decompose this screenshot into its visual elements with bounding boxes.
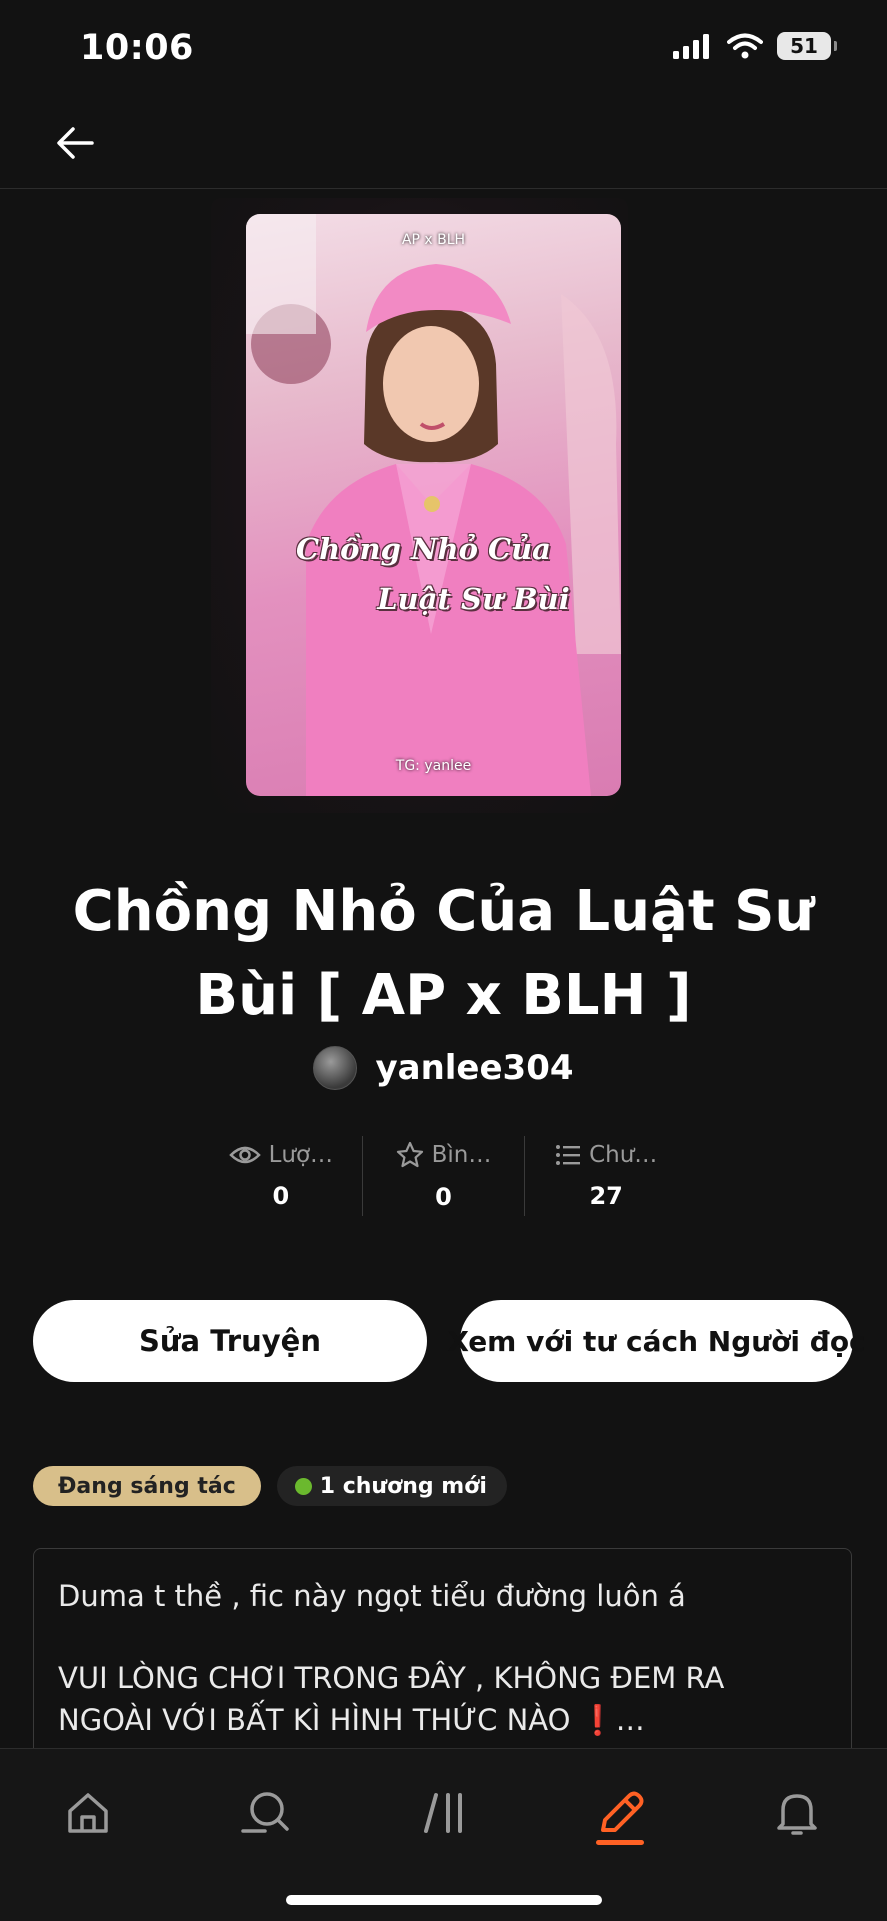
view-as-reader-button[interactable]: Xem với tư cách Người đọc: [447, 1300, 866, 1382]
status-badge: Đang sáng tác: [33, 1466, 261, 1506]
story-cover-image[interactable]: AP x BLH Chồng Nhỏ Của Luật Sư Bùi TG: y…: [246, 214, 621, 796]
stat-votes: Bìn… 0: [361, 1136, 525, 1216]
stat-chapters-label: Chư…: [589, 1142, 658, 1168]
battery-level: 51: [790, 34, 818, 58]
tab-notifications[interactable]: [757, 1773, 837, 1853]
cover-backdrop: AP x BLH Chồng Nhỏ Của Luật Sư Bùi TG: y…: [211, 198, 628, 813]
home-indicator: [286, 1895, 602, 1905]
description-line-2: VUI LÒNG CHƠI TRONG ĐÂY , KHÔNG ĐEM RA N…: [58, 1661, 725, 1737]
cover-top-text: AP x BLH: [401, 232, 466, 248]
story-stats: Lượ… 0 Bìn… 0 Chư… 27: [200, 1136, 687, 1216]
stat-votes-value: 0: [435, 1183, 452, 1211]
library-icon: [424, 1793, 462, 1833]
stat-reads-label-row: Lượ…: [228, 1142, 334, 1168]
search-icon: [241, 1792, 289, 1833]
tab-library[interactable]: [405, 1773, 485, 1853]
status-icons: 51: [673, 32, 837, 60]
story-description[interactable]: Duma t thề , fic này ngọt tiểu đường luô…: [33, 1548, 852, 1748]
cover-title-line1: Chồng Nhỏ Của: [296, 532, 551, 566]
tab-search[interactable]: [225, 1773, 305, 1853]
avatar[interactable]: [313, 1046, 358, 1090]
cellular-signal-icon: [673, 34, 709, 59]
eye-icon: [228, 1146, 261, 1164]
arrow-left-icon: [57, 127, 94, 159]
stat-votes-label-row: Bìn…: [396, 1141, 492, 1169]
write-icon: [601, 1791, 644, 1832]
stat-reads-value: 0: [272, 1182, 290, 1210]
back-button[interactable]: [50, 118, 100, 168]
stat-chapters-value: 27: [589, 1182, 623, 1210]
cover-title: Chồng Nhỏ Của Luật Sư Bùi: [246, 524, 621, 624]
star-icon: [396, 1141, 423, 1168]
top-nav: [0, 100, 887, 189]
stat-reads-label: Lượ…: [268, 1142, 334, 1168]
new-chapter-label: 1 chương mới: [319, 1473, 487, 1499]
wifi-icon: [727, 33, 763, 59]
cover-illustration: [246, 214, 621, 796]
stat-chapters-label-row: Chư…: [555, 1142, 657, 1168]
story-tags: Đang sáng tác 1 chương mới: [33, 1466, 507, 1506]
story-title: Chồng Nhỏ Của Luật Sư Bùi [ AP x BLH ]: [72, 879, 815, 1028]
tab-home[interactable]: [48, 1773, 128, 1853]
stat-chapters: Chư… 27: [524, 1136, 687, 1216]
author-name[interactable]: yanlee304: [375, 1048, 573, 1088]
cover-title-line2: Luật Sư Bùi: [377, 582, 570, 616]
active-tab-indicator: [596, 1840, 644, 1845]
status-bar: 10:06 51: [0, 0, 887, 100]
notifications-icon: [777, 1794, 817, 1835]
description-line-1: Duma t thề , fic này ngọt tiểu đường luô…: [58, 1579, 686, 1613]
edit-story-button[interactable]: Sửa Truyện: [33, 1300, 427, 1382]
bottom-tab-bar: [0, 1748, 887, 1921]
new-dot-icon: [294, 1477, 312, 1495]
author-row[interactable]: yanlee304: [0, 1046, 887, 1090]
stat-reads: Lượ… 0: [200, 1136, 362, 1216]
battery-icon: 51: [777, 32, 837, 60]
new-chapter-badge: 1 chương mới: [276, 1466, 507, 1506]
status-time: 10:06: [80, 28, 194, 68]
cover-author-text: TG: yanlee: [395, 758, 472, 774]
home-icon: [68, 1793, 108, 1833]
list-icon: [556, 1145, 581, 1165]
stat-votes-label: Bìn…: [431, 1142, 492, 1168]
